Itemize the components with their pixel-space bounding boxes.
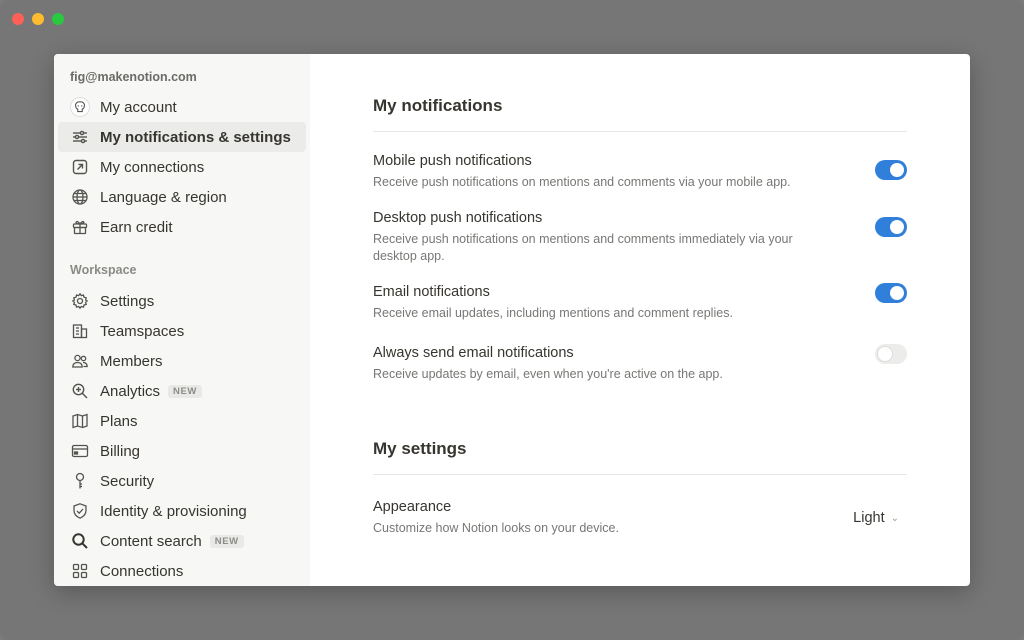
setting-description: Customize how Notion looks on your devic… xyxy=(373,521,619,535)
sidebar-item-settings[interactable]: Settings xyxy=(58,286,306,316)
sidebar-item-teamspaces[interactable]: Teamspaces xyxy=(58,316,306,346)
settings-content: My notifications Mobile push notificatio… xyxy=(310,54,970,586)
sidebar-item-members[interactable]: Members xyxy=(58,346,306,376)
sidebar-item-language-region[interactable]: Language & region xyxy=(58,182,306,212)
settings-section-title: My settings xyxy=(373,439,467,458)
sidebar-item-label: My account xyxy=(100,98,177,116)
building-icon xyxy=(70,321,90,341)
sidebar-item-earn-credit[interactable]: Earn credit xyxy=(58,212,306,242)
window-controls xyxy=(12,13,64,25)
sidebar-item-label: Connections xyxy=(100,562,184,580)
avatar xyxy=(70,97,90,117)
appearance-select[interactable]: Light ⌄ xyxy=(853,510,899,526)
appearance-value: Light xyxy=(853,510,885,526)
settings-modal: fig@makenotion.com My account My notific… xyxy=(54,54,970,586)
section-divider xyxy=(373,131,907,132)
globe-icon xyxy=(70,187,90,207)
gear-icon xyxy=(70,291,90,311)
account-email: fig@makenotion.com xyxy=(70,70,197,84)
always-email-toggle[interactable] xyxy=(875,344,907,364)
sidebar-item-label: Teamspaces xyxy=(100,322,185,340)
sliders-icon xyxy=(70,127,90,147)
sidebar-item-security[interactable]: Security xyxy=(58,466,306,496)
gift-icon xyxy=(70,217,90,237)
sidebar-item-connections[interactable]: Connections xyxy=(58,556,306,586)
sidebar-item-label: Billing xyxy=(100,442,141,460)
new-badge: NEW xyxy=(209,534,244,548)
sidebar-item-label: Settings xyxy=(100,292,155,310)
people-icon xyxy=(70,351,90,371)
new-badge: NEW xyxy=(168,384,202,398)
sidebar-item-label: Members xyxy=(100,352,163,370)
setting-description: Receive email updates, including mention… xyxy=(373,306,733,320)
workspace-section-label: Workspace xyxy=(70,263,137,277)
key-icon xyxy=(70,471,90,491)
notifications-section-title: My notifications xyxy=(373,96,503,115)
zoom-window-button[interactable] xyxy=(52,13,64,25)
avatar-icon xyxy=(70,97,90,117)
close-window-button[interactable] xyxy=(12,13,24,25)
sidebar-item-label: Language & region xyxy=(100,188,227,206)
arrow-up-right-box-icon xyxy=(70,157,90,177)
setting-title: Desktop push notifications xyxy=(373,210,543,226)
setting-title: Appearance xyxy=(373,499,452,515)
setting-description: Receive updates by email, even when you'… xyxy=(373,367,723,381)
desktop-push-toggle[interactable] xyxy=(875,217,907,237)
setting-title: Email notifications xyxy=(373,284,490,300)
setting-row-email: Email notifications Receive email update… xyxy=(373,283,907,322)
sidebar-item-content-search[interactable]: Content search NEW xyxy=(58,526,306,556)
setting-row-appearance: Appearance Customize how Notion looks on… xyxy=(373,498,907,537)
sidebar-item-notifications-settings[interactable]: My notifications & settings xyxy=(58,122,306,152)
sidebar-item-label: My connections xyxy=(100,158,205,176)
setting-row-mobile-push: Mobile push notifications Receive push n… xyxy=(373,152,907,191)
setting-description: Receive push notifications on mentions a… xyxy=(373,232,793,263)
shield-check-icon xyxy=(70,501,90,521)
grid-icon xyxy=(70,561,90,581)
settings-sidebar: fig@makenotion.com My account My notific… xyxy=(54,54,310,586)
sidebar-item-label: Identity & provisioning xyxy=(100,502,247,520)
chevron-down-icon: ⌄ xyxy=(890,512,899,524)
setting-title: Always send email notifications xyxy=(373,345,574,361)
sidebar-item-label: Content search xyxy=(100,532,202,550)
sidebar-item-analytics[interactable]: Analytics NEW xyxy=(58,376,306,406)
sidebar-item-billing[interactable]: Billing xyxy=(58,436,306,466)
setting-row-desktop-push: Desktop push notifications Receive push … xyxy=(373,209,907,265)
sidebar-item-identity-provisioning[interactable]: Identity & provisioning xyxy=(58,496,306,526)
sidebar-item-plans[interactable]: Plans xyxy=(58,406,306,436)
setting-title: Mobile push notifications xyxy=(373,153,532,169)
sidebar-item-label: Earn credit xyxy=(100,218,173,236)
email-notifications-toggle[interactable] xyxy=(875,283,907,303)
credit-card-icon xyxy=(70,441,90,461)
sidebar-item-label: My notifications & settings xyxy=(100,128,291,146)
minimize-window-button[interactable] xyxy=(32,13,44,25)
sidebar-item-my-account[interactable]: My account xyxy=(58,92,306,122)
map-icon xyxy=(70,411,90,431)
sidebar-item-my-connections[interactable]: My connections xyxy=(58,152,306,182)
magnifier-plus-icon xyxy=(70,381,90,401)
setting-description: Receive push notifications on mentions a… xyxy=(373,175,791,189)
section-divider xyxy=(373,474,907,475)
sidebar-item-label: Analytics xyxy=(100,382,161,400)
sidebar-item-label: Security xyxy=(100,472,155,490)
sidebar-item-label: Plans xyxy=(100,412,138,430)
search-icon xyxy=(70,531,90,551)
setting-row-always-email: Always send email notifications Receive … xyxy=(373,344,907,383)
mobile-push-toggle[interactable] xyxy=(875,160,907,180)
